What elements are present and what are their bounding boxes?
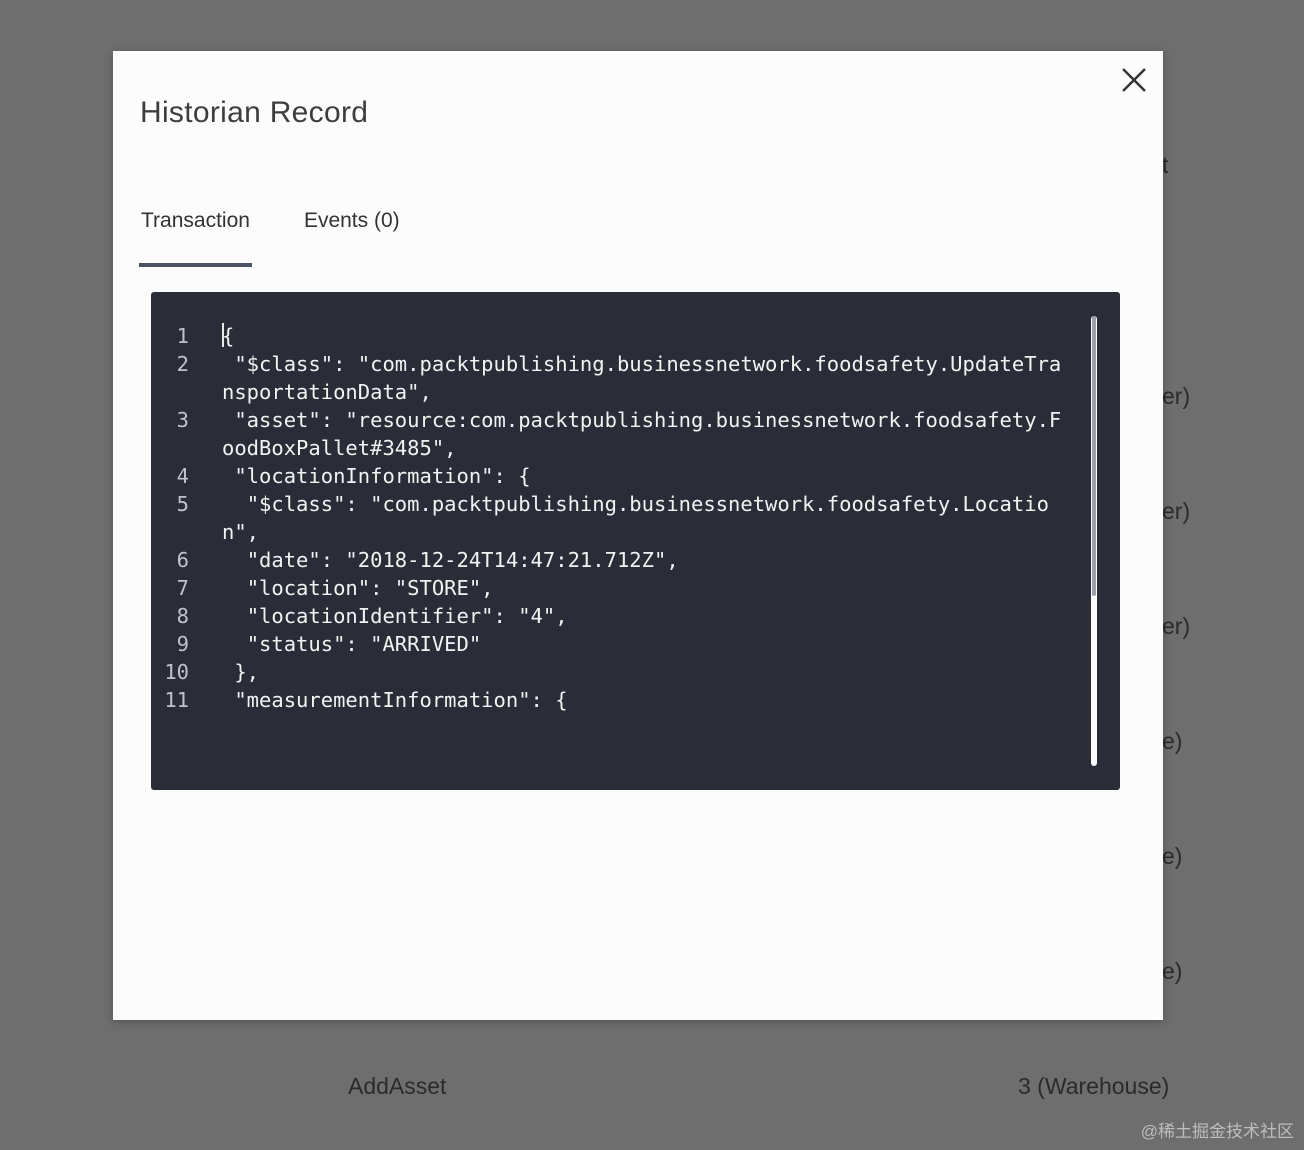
editor-scrollbar-thumb[interactable]	[1092, 316, 1096, 596]
code-line: "date": "2018-12-24T14:47:21.712Z",	[222, 546, 1062, 574]
code-text: "locationInformation": {	[222, 464, 531, 488]
line-number: 5	[176, 492, 189, 516]
code-line: "status": "ARRIVED"	[222, 630, 1062, 658]
background-row-fragment: e)	[1162, 843, 1183, 869]
code-line: "measurementInformation": {	[222, 686, 1062, 714]
code-row: 8 "locationIdentifier": "4",	[151, 602, 1081, 630]
code-text: "$class": "com.packtpublishing.businessn…	[222, 352, 1062, 404]
code-text: "date": "2018-12-24T14:47:21.712Z",	[222, 548, 679, 572]
code-line: },	[222, 658, 1062, 686]
code-row: 6 "date": "2018-12-24T14:47:21.712Z",	[151, 546, 1081, 574]
line-number: 3	[176, 408, 189, 432]
code-row: 5 "$class": "com.packtpublishing.busines…	[151, 490, 1081, 546]
background-row-fragment: e)	[1162, 958, 1183, 984]
line-number: 10	[164, 660, 189, 684]
line-number: 8	[176, 604, 189, 628]
code-text: "location": "STORE",	[222, 576, 494, 600]
code-row: 7 "location": "STORE",	[151, 574, 1081, 602]
line-number: 2	[176, 352, 189, 376]
line-number: 6	[176, 548, 189, 572]
code-row: 4 "locationInformation": {	[151, 462, 1081, 490]
watermark: @稀土掘金技术社区	[1140, 1122, 1294, 1141]
code-line: "locationIdentifier": "4",	[222, 602, 1062, 630]
code-line: "asset": "resource:com.packtpublishing.b…	[222, 406, 1062, 462]
background-participant: 3 (Warehouse)	[1018, 1073, 1170, 1099]
code-row: 10 },	[151, 658, 1081, 686]
code-text: "measurementInformation": {	[222, 688, 568, 712]
code-text: {	[222, 324, 235, 348]
background-row-fragment: er)	[1162, 498, 1191, 524]
code-editor[interactable]: 1{2 "$class": "com.packtpublishing.busin…	[151, 292, 1120, 790]
code-line: {	[222, 322, 1062, 350]
code-text: "asset": "resource:com.packtpublishing.b…	[222, 408, 1062, 460]
close-button[interactable]	[1119, 65, 1149, 95]
line-number: 1	[176, 324, 189, 348]
line-number: 11	[164, 688, 189, 712]
code-line: "$class": "com.packtpublishing.businessn…	[222, 490, 1062, 546]
code-row: 1{	[151, 322, 1081, 350]
background-transaction-type: AddAsset	[348, 1073, 447, 1099]
code-text: "$class": "com.packtpublishing.businessn…	[222, 492, 1049, 544]
code-row: 3 "asset": "resource:com.packtpublishing…	[151, 406, 1081, 462]
editor-scrollbar[interactable]	[1091, 316, 1097, 766]
tab-transaction[interactable]: Transaction	[139, 201, 252, 267]
record-tabs: Transaction Events (0)	[139, 201, 452, 269]
code-row: 11 "measurementInformation": {	[151, 686, 1081, 714]
code-line: "$class": "com.packtpublishing.businessn…	[222, 350, 1062, 406]
modal-title: Historian Record	[140, 96, 369, 129]
background-row-fragment: er)	[1162, 383, 1191, 409]
background-row-fragment: er)	[1162, 613, 1191, 639]
code-line: "location": "STORE",	[222, 574, 1062, 602]
code-lines: 1{2 "$class": "com.packtpublishing.busin…	[151, 322, 1081, 714]
code-text: "locationIdentifier": "4",	[222, 604, 568, 628]
historian-record-modal: Historian Record Transaction Events (0) …	[113, 51, 1163, 1020]
background-row-fragment: e)	[1162, 728, 1183, 754]
code-text: "status": "ARRIVED"	[222, 632, 482, 656]
code-text: },	[222, 660, 260, 684]
line-number: 7	[176, 576, 189, 600]
code-line: "locationInformation": {	[222, 462, 1062, 490]
code-row: 2 "$class": "com.packtpublishing.busines…	[151, 350, 1081, 406]
line-number: 4	[176, 464, 189, 488]
line-number: 9	[176, 632, 189, 656]
code-row: 9 "status": "ARRIVED"	[151, 630, 1081, 658]
close-icon	[1122, 68, 1146, 92]
tab-events[interactable]: Events (0)	[302, 201, 402, 267]
